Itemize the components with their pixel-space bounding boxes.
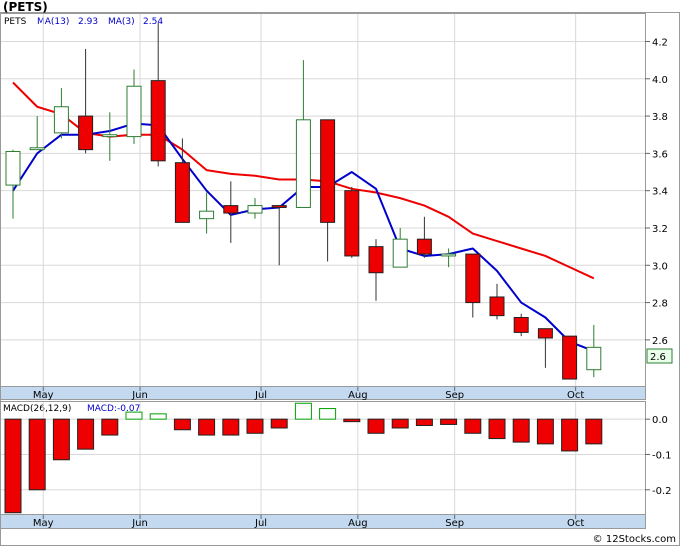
price-y-tick-label: 2.6 (652, 336, 668, 347)
macd-bar-negative (440, 418, 458, 425)
macd-label: MACD(26,12,9) (3, 404, 71, 414)
ma3-label: MA(3) (108, 17, 135, 27)
candle-down (344, 190, 360, 257)
macd-y-axis: 0.0 -0.1 -0.2 (645, 415, 672, 497)
month-label: Jul (254, 390, 267, 401)
candle-down (368, 246, 384, 274)
candle-up (392, 238, 408, 268)
month-label: Jul (254, 518, 267, 529)
month-label: Sep (445, 390, 464, 401)
macd-y-tick-label: 0.0 (652, 415, 668, 426)
candle-down (465, 253, 481, 304)
macd-bar-negative (464, 418, 482, 434)
ma13-value: 2.93 (78, 17, 98, 27)
price-y-tick-label: 4.2 (652, 37, 668, 48)
watermark: © 12Stocks.com (593, 534, 676, 545)
ma13-label: MA(13) (37, 17, 69, 27)
macd-bar-negative (488, 418, 506, 440)
candle-up (295, 119, 311, 208)
candle-up (102, 134, 118, 138)
month-label: Jun (131, 390, 148, 401)
candle-down (537, 328, 553, 339)
candle-down (271, 205, 287, 208)
price-y-tick-label: 2.8 (652, 299, 668, 310)
month-band-bottom (0, 514, 646, 529)
macd-bar-positive (125, 411, 143, 420)
candle-up (586, 346, 602, 371)
month-label: May (33, 518, 54, 529)
candle-up (199, 210, 215, 220)
macd-bar-negative (173, 418, 191, 431)
month-label: Aug (348, 390, 368, 401)
chart-border (0, 12, 680, 546)
candle-up (53, 106, 69, 134)
macd-bar-negative (101, 418, 119, 436)
macd-bar-positive (319, 408, 337, 420)
month-label: Oct (567, 390, 584, 401)
stock-chart: (PETS) PETS MA(13) 2.93 MA(3) 2.54 2.62.… (0, 0, 680, 546)
macd-bar-negative (367, 418, 385, 434)
macd-bar-negative (77, 418, 95, 450)
macd-bar-series (4, 402, 603, 514)
candlestick-series (5, 22, 602, 380)
month-band-top (0, 386, 646, 400)
candle-up (5, 151, 21, 186)
candle-down (416, 238, 432, 255)
candle-up (441, 253, 457, 257)
macd-bar-negative (343, 418, 361, 423)
month-label: Oct (567, 518, 584, 529)
candle-down (513, 316, 529, 333)
candle-up (29, 147, 45, 151)
price-y-tick-label: 3.2 (652, 224, 668, 235)
macd-bar-negative (270, 418, 288, 429)
candle-down (562, 335, 578, 380)
candle-down (489, 296, 505, 317)
macd-bar-negative (198, 418, 216, 436)
symbol-label: PETS (4, 17, 27, 27)
price-y-tick-label: 3.0 (652, 261, 668, 272)
candle-down (78, 115, 94, 151)
candle-down (320, 119, 336, 223)
month-label: Sep (445, 518, 464, 529)
price-y-axis: 2.6 2.8 3.0 3.2 3.4 3.6 3.8 4.0 4.2 (645, 37, 668, 347)
price-badge: 2.6 (650, 352, 666, 363)
candle-down (174, 162, 190, 223)
candle-down (150, 80, 166, 162)
macd-bar-negative (415, 418, 433, 427)
price-y-tick-label: 3.8 (652, 112, 668, 123)
macd-bar-negative (536, 418, 554, 445)
ma3-value: 2.54 (143, 17, 163, 27)
macd-bar-negative (52, 418, 70, 461)
macd-bar-negative (391, 418, 409, 429)
macd-bar-negative (585, 418, 603, 445)
macd-bar-negative (222, 418, 240, 436)
macd-bar-positive (294, 402, 312, 420)
price-y-tick-label: 3.4 (652, 187, 668, 198)
month-label: Jun (131, 518, 148, 529)
month-label: May (33, 390, 54, 401)
price-y-tick-label: 3.6 (652, 149, 668, 160)
macd-bar-negative (561, 418, 579, 452)
candle-up (247, 205, 263, 214)
candle-down (223, 205, 239, 214)
macd-bar-negative (28, 418, 46, 491)
chart-title: (PETS) (3, 0, 48, 14)
month-label: Aug (348, 518, 368, 529)
macd-bar-positive (149, 413, 167, 420)
macd-y-tick-label: -0.2 (652, 486, 672, 497)
macd-bar-negative (246, 418, 264, 434)
macd-y-tick-label: -0.1 (652, 450, 672, 461)
macd-bar-negative (512, 418, 530, 443)
price-y-tick-label: 4.0 (652, 75, 668, 86)
candle-up (126, 85, 142, 138)
macd-bar-negative (4, 418, 22, 514)
